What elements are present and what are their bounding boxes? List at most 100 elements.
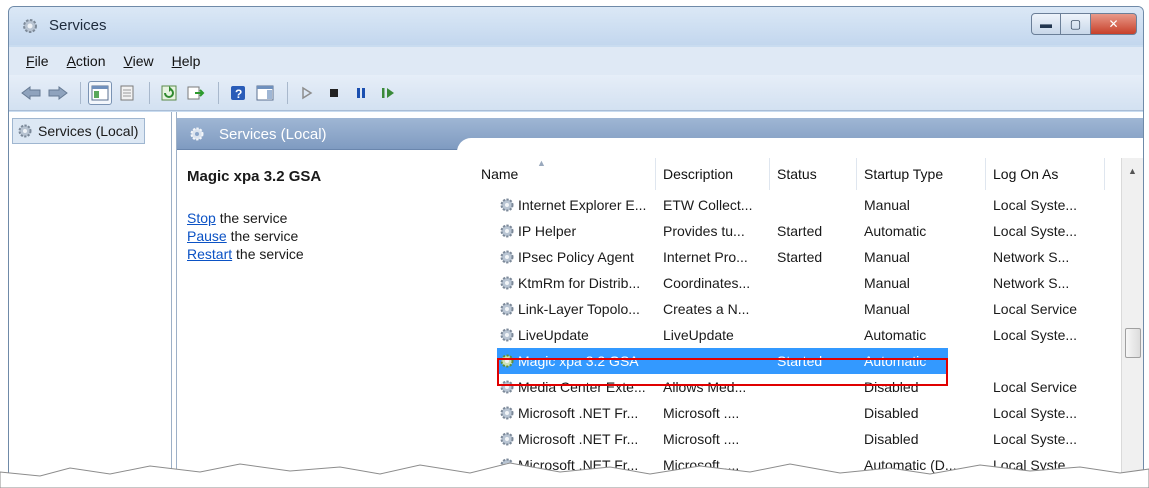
table-row[interactable]: Microsoft .NET Fr... Microsoft .... Automa… bbox=[497, 452, 1077, 478]
cell-logon: Network S... bbox=[993, 275, 1070, 291]
svg-text:?: ? bbox=[235, 87, 242, 101]
cell-status bbox=[777, 400, 855, 426]
cell-startup: Manual bbox=[864, 197, 910, 213]
cell-description: Microsoft .... bbox=[663, 405, 740, 421]
cell-name: Magic xpa 3.2 GSA bbox=[499, 348, 677, 374]
services-window: Services ▬ ▢ ✕ File Action View Help ? S… bbox=[8, 6, 1144, 488]
cell-status bbox=[777, 192, 855, 218]
table-row[interactable]: Microsoft .NET Fr... Microsoft .... Disabl… bbox=[497, 400, 1077, 426]
service-gear-icon bbox=[500, 328, 514, 342]
cell-logon: Local Syste... bbox=[993, 431, 1078, 447]
stop-service-icon[interactable] bbox=[322, 81, 346, 105]
cell-logon: Local Syste... bbox=[993, 197, 1078, 213]
pause-service-icon[interactable] bbox=[349, 81, 373, 105]
cell-logon: Local Syste... bbox=[993, 353, 1078, 369]
pause-service-link[interactable]: Pause bbox=[187, 228, 227, 244]
cell-logon: Local Service bbox=[993, 301, 1078, 317]
service-name: Magic xpa 3.2 GSA bbox=[518, 353, 639, 369]
export-list-icon[interactable] bbox=[184, 81, 208, 105]
show-hide-console-tree-icon[interactable] bbox=[88, 80, 112, 105]
scrollbar-thumb[interactable] bbox=[1125, 328, 1141, 358]
cell-description: Microsoft .... bbox=[663, 431, 740, 447]
service-name: KtmRm for Distrib... bbox=[518, 275, 641, 291]
column-header-log-on-as[interactable]: Log On As bbox=[987, 158, 1105, 190]
menu-action[interactable]: Action bbox=[58, 53, 115, 69]
scroll-up-icon[interactable]: ▲ bbox=[1128, 166, 1137, 176]
service-name: Internet Explorer E... bbox=[518, 197, 647, 213]
show-action-pane-icon[interactable] bbox=[253, 81, 277, 105]
toolbar-separator bbox=[80, 81, 81, 104]
sort-ascending-icon: ▲ bbox=[537, 158, 546, 168]
restart-service-link[interactable]: Restart bbox=[187, 246, 232, 262]
table-row[interactable]: LiveUpdate LiveUpdate Automatic Local Syste… bbox=[497, 322, 1077, 348]
cell-status bbox=[777, 374, 855, 400]
start-service-icon[interactable] bbox=[295, 81, 319, 105]
services-gear-icon bbox=[18, 124, 32, 138]
table-row[interactable]: IP Helper Provides tu... Started Automatic L… bbox=[497, 218, 1077, 244]
restart-action: Restart the service bbox=[187, 246, 304, 262]
cell-startup: Automatic bbox=[864, 223, 927, 239]
toolbar: ? bbox=[9, 75, 1143, 111]
cell-name: Microsoft .NET Fr... bbox=[499, 400, 677, 426]
menu-help[interactable]: Help bbox=[163, 53, 210, 69]
cell-logon: Local Syste... bbox=[993, 457, 1078, 473]
back-icon[interactable] bbox=[19, 81, 43, 105]
properties-icon[interactable] bbox=[115, 81, 139, 105]
table-row[interactable]: Microsoft .NET Fr... Microsoft .... Disabl… bbox=[497, 426, 1077, 452]
title-bar[interactable]: Services ▬ ▢ ✕ bbox=[9, 7, 1143, 45]
cell-status bbox=[777, 322, 855, 348]
pane-header-curve bbox=[457, 138, 1143, 152]
main-area: Services (Local) Services (Local) Magic … bbox=[9, 112, 1143, 487]
close-button[interactable]: ✕ bbox=[1091, 13, 1137, 35]
cell-name: Microsoft .NET Fr... bbox=[499, 452, 677, 478]
table-row[interactable]: IPsec Policy Agent Internet Pro... Started… bbox=[497, 244, 1069, 270]
table-row[interactable]: Link-Layer Topolo... Creates a N... Manual… bbox=[497, 296, 1077, 322]
table-row[interactable]: KtmRm for Distrib... Coordinates... Manual… bbox=[497, 270, 1069, 296]
cell-name: IPsec Policy Agent bbox=[499, 244, 677, 270]
cell-startup: Disabled bbox=[864, 379, 919, 395]
column-header-description[interactable]: Description bbox=[657, 158, 770, 190]
cell-startup: Disabled bbox=[864, 405, 919, 421]
cell-description: LiveUpdate bbox=[663, 327, 734, 343]
stop-service-link[interactable]: Stop bbox=[187, 210, 216, 226]
caption-buttons: ▬ ▢ ✕ bbox=[1031, 13, 1137, 35]
cell-description: Allows Med... bbox=[663, 379, 747, 395]
service-gear-icon bbox=[500, 354, 514, 368]
table-row[interactable]: Magic xpa 3.2 GSA Started Automatic Local S… bbox=[497, 348, 1077, 374]
cell-name: Media Center Exte... bbox=[499, 374, 677, 400]
menu-view[interactable]: View bbox=[115, 53, 163, 69]
column-header-name[interactable]: ▲ Name bbox=[475, 158, 656, 190]
maximize-button[interactable]: ▢ bbox=[1061, 13, 1091, 35]
services-gear-icon bbox=[23, 19, 37, 33]
cell-name: KtmRm for Distrib... bbox=[499, 270, 677, 296]
menu-file[interactable]: File bbox=[17, 53, 58, 69]
tree-item-services-local[interactable]: Services (Local) bbox=[12, 118, 146, 144]
column-header-status[interactable]: Status bbox=[771, 158, 857, 190]
restart-service-icon[interactable] bbox=[376, 81, 400, 105]
minimize-button[interactable]: ▬ bbox=[1031, 13, 1061, 35]
cell-logon: Local Service bbox=[993, 379, 1078, 395]
column-header-startup-type[interactable]: Startup Type bbox=[858, 158, 986, 190]
service-gear-icon bbox=[500, 406, 514, 420]
cell-status: Started bbox=[777, 353, 823, 369]
vertical-scrollbar[interactable]: ▲ bbox=[1121, 158, 1143, 487]
toolbar-separator bbox=[287, 81, 288, 104]
refresh-icon[interactable] bbox=[157, 81, 181, 105]
service-gear-icon bbox=[500, 250, 514, 264]
table-row[interactable]: Internet Explorer E... ETW Collect... Manu… bbox=[497, 192, 1077, 218]
action-text: the service bbox=[226, 228, 299, 244]
help-icon[interactable]: ? bbox=[226, 81, 250, 105]
extended-description-panel: Magic xpa 3.2 GSA Stop the service Pause… bbox=[177, 156, 467, 487]
window-title: Services bbox=[49, 17, 107, 34]
service-gear-icon bbox=[500, 380, 514, 394]
cell-logon: Local Syste... bbox=[993, 405, 1078, 421]
service-name: Media Center Exte... bbox=[518, 379, 646, 395]
cell-name: Microsoft .NET Fr... bbox=[499, 426, 677, 452]
service-gear-icon bbox=[500, 224, 514, 238]
service-name: IP Helper bbox=[518, 223, 577, 239]
cell-description: Creates a N... bbox=[663, 301, 750, 317]
cell-startup: Automatic bbox=[864, 327, 927, 343]
cell-status: Started bbox=[777, 249, 823, 265]
forward-icon[interactable] bbox=[46, 81, 70, 105]
table-row[interactable]: Media Center Exte... Allows Med... Disable… bbox=[497, 374, 1077, 400]
